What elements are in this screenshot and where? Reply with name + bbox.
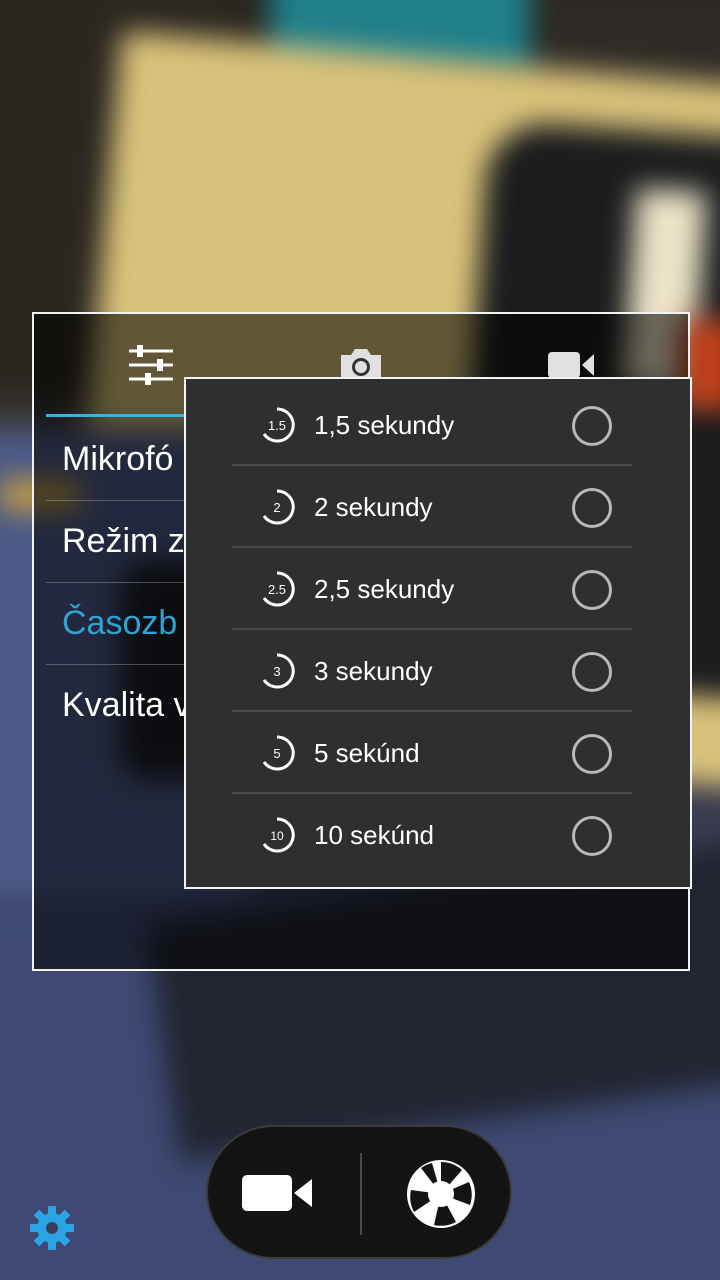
interval-label: 2 sekundy	[314, 492, 433, 522]
divider	[360, 1153, 362, 1235]
timer-icon: 5	[262, 735, 295, 771]
timelapse-interval-popup: 1.5 1,5 sekundy 2 2 sekundy 2.5 2,5 seku…	[184, 377, 692, 889]
svg-text:2.5: 2.5	[268, 582, 286, 597]
svg-text:3: 3	[273, 664, 280, 679]
timer-icon: 2	[262, 489, 295, 525]
timer-icon: 1.5	[262, 407, 295, 443]
svg-text:10: 10	[270, 829, 284, 843]
interval-option[interactable]: 5 5 sekúnd	[232, 712, 632, 794]
interval-label: 5 sekúnd	[314, 738, 420, 768]
radio-button[interactable]	[572, 488, 612, 528]
capture-controls	[206, 1125, 512, 1259]
interval-option[interactable]: 1.5 1,5 sekundy	[232, 384, 632, 466]
interval-option[interactable]: 2.5 2,5 sekundy	[232, 548, 632, 630]
svg-text:1.5: 1.5	[268, 418, 286, 433]
radio-button[interactable]	[572, 816, 612, 856]
shutter-icon[interactable]	[404, 1157, 478, 1231]
interval-label: 10 sekúnd	[314, 820, 434, 850]
radio-button[interactable]	[572, 570, 612, 610]
interval-option[interactable]: 10 10 sekúnd	[232, 794, 632, 876]
radio-button[interactable]	[572, 652, 612, 692]
interval-option[interactable]: 2 2 sekundy	[232, 466, 632, 548]
radio-button[interactable]	[572, 734, 612, 774]
svg-text:2: 2	[273, 500, 280, 515]
interval-option[interactable]: 3 3 sekundy	[232, 630, 632, 712]
interval-label: 1,5 sekundy	[314, 410, 455, 440]
timer-icon: 10	[262, 817, 295, 853]
sliders-icon	[129, 345, 173, 385]
interval-label: 3 sekundy	[314, 656, 433, 686]
videocam-icon[interactable]	[242, 1171, 322, 1215]
gear-icon[interactable]	[28, 1204, 76, 1252]
svg-text:5: 5	[273, 746, 280, 761]
timer-icon: 3	[262, 653, 295, 689]
timer-icon: 2.5	[262, 571, 295, 607]
interval-label: 2,5 sekundy	[314, 574, 455, 604]
radio-button[interactable]	[572, 406, 612, 446]
